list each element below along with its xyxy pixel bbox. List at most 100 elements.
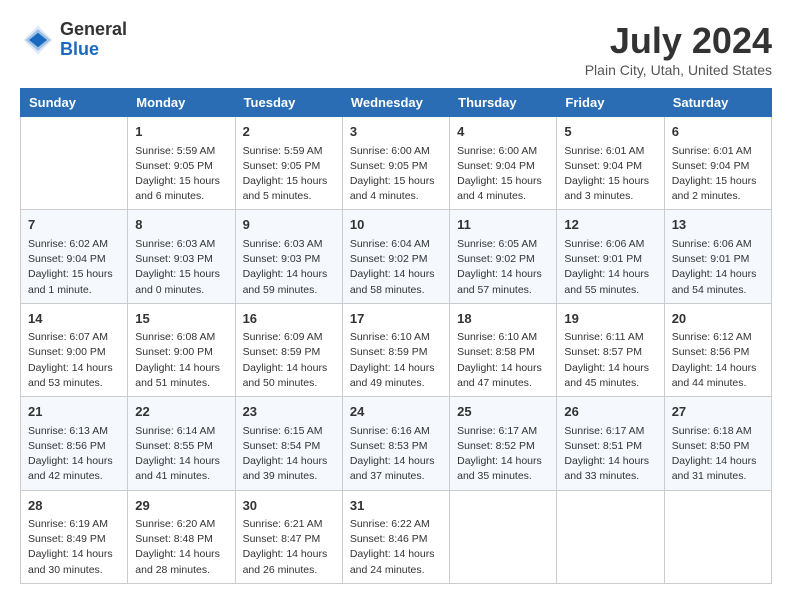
day-number: 23 <box>243 402 335 422</box>
day-number: 29 <box>135 496 227 516</box>
calendar-cell: 14Sunrise: 6:07 AM Sunset: 9:00 PM Dayli… <box>21 303 128 396</box>
calendar-cell: 20Sunrise: 6:12 AM Sunset: 8:56 PM Dayli… <box>664 303 771 396</box>
day-info: Sunrise: 6:06 AM Sunset: 9:01 PM Dayligh… <box>564 237 656 298</box>
calendar-cell: 5Sunrise: 6:01 AM Sunset: 9:04 PM Daylig… <box>557 117 664 210</box>
day-number: 25 <box>457 402 549 422</box>
day-number: 12 <box>564 215 656 235</box>
calendar-cell: 31Sunrise: 6:22 AM Sunset: 8:46 PM Dayli… <box>342 490 449 583</box>
calendar-cell: 3Sunrise: 6:00 AM Sunset: 9:05 PM Daylig… <box>342 117 449 210</box>
weekday-header-saturday: Saturday <box>664 89 771 117</box>
calendar-cell: 27Sunrise: 6:18 AM Sunset: 8:50 PM Dayli… <box>664 397 771 490</box>
day-number: 15 <box>135 309 227 329</box>
calendar-cell: 10Sunrise: 6:04 AM Sunset: 9:02 PM Dayli… <box>342 210 449 303</box>
calendar-week-row: 14Sunrise: 6:07 AM Sunset: 9:00 PM Dayli… <box>21 303 772 396</box>
calendar-cell: 8Sunrise: 6:03 AM Sunset: 9:03 PM Daylig… <box>128 210 235 303</box>
calendar-header: SundayMondayTuesdayWednesdayThursdayFrid… <box>21 89 772 117</box>
day-info: Sunrise: 6:17 AM Sunset: 8:52 PM Dayligh… <box>457 424 549 485</box>
day-number: 1 <box>135 122 227 142</box>
day-info: Sunrise: 6:10 AM Sunset: 8:59 PM Dayligh… <box>350 330 442 391</box>
calendar-cell <box>21 117 128 210</box>
day-info: Sunrise: 6:17 AM Sunset: 8:51 PM Dayligh… <box>564 424 656 485</box>
calendar-week-row: 21Sunrise: 6:13 AM Sunset: 8:56 PM Dayli… <box>21 397 772 490</box>
weekday-row: SundayMondayTuesdayWednesdayThursdayFrid… <box>21 89 772 117</box>
weekday-header-monday: Monday <box>128 89 235 117</box>
calendar-cell <box>450 490 557 583</box>
calendar-cell: 17Sunrise: 6:10 AM Sunset: 8:59 PM Dayli… <box>342 303 449 396</box>
calendar-cell: 21Sunrise: 6:13 AM Sunset: 8:56 PM Dayli… <box>21 397 128 490</box>
calendar-cell: 1Sunrise: 5:59 AM Sunset: 9:05 PM Daylig… <box>128 117 235 210</box>
day-info: Sunrise: 6:15 AM Sunset: 8:54 PM Dayligh… <box>243 424 335 485</box>
day-info: Sunrise: 6:11 AM Sunset: 8:57 PM Dayligh… <box>564 330 656 391</box>
day-number: 26 <box>564 402 656 422</box>
calendar-cell: 13Sunrise: 6:06 AM Sunset: 9:01 PM Dayli… <box>664 210 771 303</box>
day-number: 4 <box>457 122 549 142</box>
calendar-cell: 24Sunrise: 6:16 AM Sunset: 8:53 PM Dayli… <box>342 397 449 490</box>
day-info: Sunrise: 6:01 AM Sunset: 9:04 PM Dayligh… <box>564 144 656 205</box>
calendar-cell: 12Sunrise: 6:06 AM Sunset: 9:01 PM Dayli… <box>557 210 664 303</box>
calendar-cell: 18Sunrise: 6:10 AM Sunset: 8:58 PM Dayli… <box>450 303 557 396</box>
calendar-cell: 26Sunrise: 6:17 AM Sunset: 8:51 PM Dayli… <box>557 397 664 490</box>
day-number: 9 <box>243 215 335 235</box>
weekday-header-tuesday: Tuesday <box>235 89 342 117</box>
weekday-header-wednesday: Wednesday <box>342 89 449 117</box>
day-info: Sunrise: 6:10 AM Sunset: 8:58 PM Dayligh… <box>457 330 549 391</box>
calendar-cell: 2Sunrise: 5:59 AM Sunset: 9:05 PM Daylig… <box>235 117 342 210</box>
day-number: 20 <box>672 309 764 329</box>
calendar-cell: 16Sunrise: 6:09 AM Sunset: 8:59 PM Dayli… <box>235 303 342 396</box>
day-info: Sunrise: 6:06 AM Sunset: 9:01 PM Dayligh… <box>672 237 764 298</box>
calendar-cell <box>557 490 664 583</box>
calendar-cell: 19Sunrise: 6:11 AM Sunset: 8:57 PM Dayli… <box>557 303 664 396</box>
weekday-header-sunday: Sunday <box>21 89 128 117</box>
day-number: 10 <box>350 215 442 235</box>
day-number: 6 <box>672 122 764 142</box>
day-number: 11 <box>457 215 549 235</box>
calendar-cell: 6Sunrise: 6:01 AM Sunset: 9:04 PM Daylig… <box>664 117 771 210</box>
day-number: 28 <box>28 496 120 516</box>
calendar-cell: 7Sunrise: 6:02 AM Sunset: 9:04 PM Daylig… <box>21 210 128 303</box>
weekday-header-friday: Friday <box>557 89 664 117</box>
day-info: Sunrise: 6:20 AM Sunset: 8:48 PM Dayligh… <box>135 517 227 578</box>
calendar-cell: 29Sunrise: 6:20 AM Sunset: 8:48 PM Dayli… <box>128 490 235 583</box>
day-number: 19 <box>564 309 656 329</box>
calendar-cell: 22Sunrise: 6:14 AM Sunset: 8:55 PM Dayli… <box>128 397 235 490</box>
logo-icon <box>20 22 56 58</box>
day-info: Sunrise: 6:00 AM Sunset: 9:05 PM Dayligh… <box>350 144 442 205</box>
calendar-cell: 30Sunrise: 6:21 AM Sunset: 8:47 PM Dayli… <box>235 490 342 583</box>
calendar-table: SundayMondayTuesdayWednesdayThursdayFrid… <box>20 88 772 584</box>
day-number: 27 <box>672 402 764 422</box>
day-info: Sunrise: 6:03 AM Sunset: 9:03 PM Dayligh… <box>135 237 227 298</box>
day-number: 18 <box>457 309 549 329</box>
calendar-body: 1Sunrise: 5:59 AM Sunset: 9:05 PM Daylig… <box>21 117 772 584</box>
day-info: Sunrise: 6:07 AM Sunset: 9:00 PM Dayligh… <box>28 330 120 391</box>
day-info: Sunrise: 6:03 AM Sunset: 9:03 PM Dayligh… <box>243 237 335 298</box>
day-info: Sunrise: 6:21 AM Sunset: 8:47 PM Dayligh… <box>243 517 335 578</box>
day-info: Sunrise: 6:04 AM Sunset: 9:02 PM Dayligh… <box>350 237 442 298</box>
calendar-cell: 15Sunrise: 6:08 AM Sunset: 9:00 PM Dayli… <box>128 303 235 396</box>
day-info: Sunrise: 6:14 AM Sunset: 8:55 PM Dayligh… <box>135 424 227 485</box>
day-number: 5 <box>564 122 656 142</box>
weekday-header-thursday: Thursday <box>450 89 557 117</box>
calendar-week-row: 1Sunrise: 5:59 AM Sunset: 9:05 PM Daylig… <box>21 117 772 210</box>
location: Plain City, Utah, United States <box>585 62 772 78</box>
day-number: 24 <box>350 402 442 422</box>
day-number: 8 <box>135 215 227 235</box>
day-number: 16 <box>243 309 335 329</box>
day-info: Sunrise: 5:59 AM Sunset: 9:05 PM Dayligh… <box>243 144 335 205</box>
day-info: Sunrise: 5:59 AM Sunset: 9:05 PM Dayligh… <box>135 144 227 205</box>
day-number: 2 <box>243 122 335 142</box>
logo-text: General Blue <box>60 20 127 60</box>
day-info: Sunrise: 6:08 AM Sunset: 9:00 PM Dayligh… <box>135 330 227 391</box>
day-number: 31 <box>350 496 442 516</box>
calendar-cell: 4Sunrise: 6:00 AM Sunset: 9:04 PM Daylig… <box>450 117 557 210</box>
title-area: July 2024 Plain City, Utah, United State… <box>585 20 772 78</box>
calendar-cell: 25Sunrise: 6:17 AM Sunset: 8:52 PM Dayli… <box>450 397 557 490</box>
day-info: Sunrise: 6:01 AM Sunset: 9:04 PM Dayligh… <box>672 144 764 205</box>
day-number: 30 <box>243 496 335 516</box>
day-number: 14 <box>28 309 120 329</box>
day-info: Sunrise: 6:19 AM Sunset: 8:49 PM Dayligh… <box>28 517 120 578</box>
calendar-cell: 28Sunrise: 6:19 AM Sunset: 8:49 PM Dayli… <box>21 490 128 583</box>
logo: General Blue <box>20 20 127 60</box>
calendar-week-row: 7Sunrise: 6:02 AM Sunset: 9:04 PM Daylig… <box>21 210 772 303</box>
day-info: Sunrise: 6:05 AM Sunset: 9:02 PM Dayligh… <box>457 237 549 298</box>
day-number: 13 <box>672 215 764 235</box>
